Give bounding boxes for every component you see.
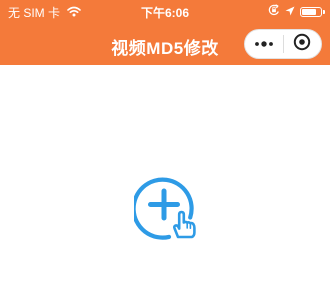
more-button[interactable] xyxy=(245,30,283,58)
main-content xyxy=(0,65,330,300)
status-bar: 无 SIM 卡 下午6:06 xyxy=(0,0,330,24)
battery-tip xyxy=(323,9,325,14)
app-header: 无 SIM 卡 下午6:06 视频MD5修改 xyxy=(0,0,330,65)
add-video-tap-icon xyxy=(131,177,200,247)
close-icon xyxy=(293,33,311,56)
navigation-bar: 视频MD5修改 xyxy=(0,24,330,65)
location-icon xyxy=(285,5,295,19)
orientation-lock-icon xyxy=(268,4,280,19)
system-icons xyxy=(268,4,325,19)
battery-level-fill xyxy=(302,8,316,15)
menu-capsule xyxy=(244,29,322,59)
battery-icon xyxy=(300,6,325,17)
add-video-button[interactable] xyxy=(131,173,200,243)
close-button[interactable] xyxy=(284,30,322,58)
more-icon xyxy=(254,35,274,53)
